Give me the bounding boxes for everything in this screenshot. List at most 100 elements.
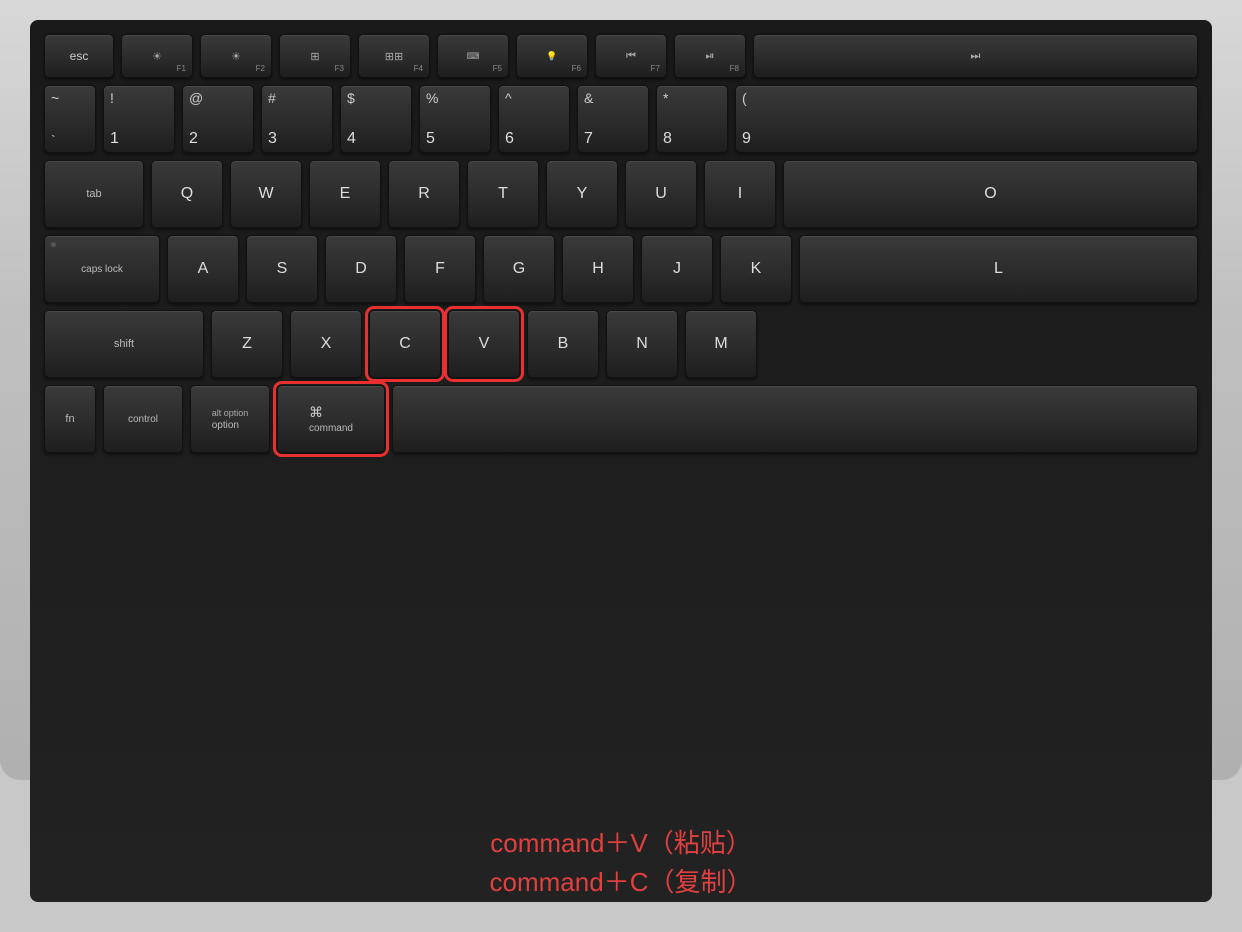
key-fn[interactable]: fn [44, 385, 96, 453]
key-q[interactable]: Q [151, 160, 223, 228]
m-label: M [714, 335, 727, 353]
g-label: G [513, 260, 525, 278]
key-tab[interactable]: tab [44, 160, 144, 228]
key-u[interactable]: U [625, 160, 697, 228]
key-f[interactable]: F [404, 235, 476, 303]
key-n[interactable]: N [606, 310, 678, 378]
key-1[interactable]: ! 1 [103, 85, 175, 153]
f-label: F [435, 260, 445, 278]
f2-label: F2 [256, 64, 265, 73]
j-label: J [673, 260, 681, 278]
key-f4[interactable]: ⊞⊞ F4 [358, 34, 430, 78]
key-shift-left[interactable]: shift [44, 310, 204, 378]
key-h[interactable]: H [562, 235, 634, 303]
key-z[interactable]: Z [211, 310, 283, 378]
key-s[interactable]: S [246, 235, 318, 303]
fn-key-row: esc ☀ F1 ☀ F2 ⊞ F3 ⊞⊞ F4 ⌨ F5 💡 F6 ⏮ F7 [44, 34, 1198, 78]
zxcv-key-row: shift Z X C V B N M [44, 310, 1198, 378]
key-r[interactable]: R [388, 160, 460, 228]
lparen-symbol: ( [742, 90, 747, 106]
key-5[interactable]: % 5 [419, 85, 491, 153]
num-3-symbol: 3 [268, 130, 277, 148]
key-caps-lock[interactable]: caps lock [44, 235, 160, 303]
key-f2[interactable]: ☀ F2 [200, 34, 272, 78]
key-f3[interactable]: ⊞ F3 [279, 34, 351, 78]
f4-label: F4 [414, 64, 423, 73]
key-j[interactable]: J [641, 235, 713, 303]
option-inner: alt option option [204, 386, 257, 452]
fn-label: fn [65, 413, 74, 425]
f3-icon: ⊞ [310, 50, 319, 63]
f7-icon: ⏮ [626, 50, 636, 63]
f7-label: F7 [651, 64, 660, 73]
key-command[interactable]: ⌘ command [277, 385, 385, 453]
annotation-line2: command＋C（复制） [0, 863, 1242, 902]
key-6[interactable]: ^ 6 [498, 85, 570, 153]
key-2-inner: @ 2 [183, 86, 253, 152]
f6-icon: 💡 [546, 51, 557, 62]
key-f5[interactable]: ⌨ F5 [437, 34, 509, 78]
keyboard-annotation: command＋V（粘贴） command＋C（复制） [0, 824, 1242, 902]
key-d[interactable]: D [325, 235, 397, 303]
f6-label: F6 [572, 64, 581, 73]
f2-icon: ☀ [231, 50, 241, 63]
key-option[interactable]: alt option option [190, 385, 270, 453]
dollar-symbol: $ [347, 90, 355, 106]
asdf-key-row: caps lock A S D F G H J K L [44, 235, 1198, 303]
command-symbol: ⌘ [309, 404, 323, 421]
key-x[interactable]: X [290, 310, 362, 378]
key-i[interactable]: I [704, 160, 776, 228]
key-e[interactable]: E [309, 160, 381, 228]
num-8-symbol: 8 [663, 130, 672, 148]
key-f6[interactable]: 💡 F6 [516, 34, 588, 78]
f8-label: F8 [730, 64, 739, 73]
key-y[interactable]: Y [546, 160, 618, 228]
key-m[interactable]: M [685, 310, 757, 378]
key-control[interactable]: control [103, 385, 183, 453]
f1-label: F1 [177, 64, 186, 73]
key-f9-partial[interactable]: ⏭ [753, 34, 1198, 78]
num-1-symbol: 1 [110, 130, 119, 148]
shift-label: shift [114, 338, 134, 350]
key-7-inner: & 7 [578, 86, 648, 152]
key-9-partial[interactable]: ( 9 [735, 85, 1198, 153]
b-label: B [558, 335, 569, 353]
key-3[interactable]: # 3 [261, 85, 333, 153]
num-5-symbol: 5 [426, 130, 435, 148]
alt-label: alt option [212, 408, 249, 418]
key-o-partial[interactable]: O [783, 160, 1198, 228]
key-v[interactable]: V [448, 310, 520, 378]
f5-label: F5 [493, 64, 502, 73]
key-c[interactable]: C [369, 310, 441, 378]
key-b[interactable]: B [527, 310, 599, 378]
number-key-row: ~ ` ! 1 @ 2 # 3 $ 4 [44, 85, 1198, 153]
key-a[interactable]: A [167, 235, 239, 303]
key-f1[interactable]: ☀ F1 [121, 34, 193, 78]
key-1-inner: ! 1 [104, 86, 174, 152]
num-4-symbol: 4 [347, 130, 356, 148]
hash-symbol: # [268, 90, 276, 106]
key-7[interactable]: & 7 [577, 85, 649, 153]
f8-icon: ⏯ [706, 50, 715, 63]
option-label: option [212, 420, 239, 431]
backtick-symbol: ` [51, 132, 56, 148]
key-space[interactable] [392, 385, 1198, 453]
key-esc[interactable]: esc [44, 34, 114, 78]
key-f7[interactable]: ⏮ F7 [595, 34, 667, 78]
esc-label: esc [70, 49, 89, 63]
key-4[interactable]: $ 4 [340, 85, 412, 153]
key-w[interactable]: W [230, 160, 302, 228]
key-backtick[interactable]: ~ ` [44, 85, 96, 153]
z-label: Z [242, 335, 252, 353]
o-label: O [984, 185, 996, 203]
key-t[interactable]: T [467, 160, 539, 228]
key-f8[interactable]: ⏯ F8 [674, 34, 746, 78]
key-g[interactable]: G [483, 235, 555, 303]
key-8[interactable]: * 8 [656, 85, 728, 153]
key-2[interactable]: @ 2 [182, 85, 254, 153]
l-label: L [994, 260, 1003, 278]
e-label: E [340, 185, 351, 203]
key-l-partial[interactable]: L [799, 235, 1198, 303]
keyboard-body: esc ☀ F1 ☀ F2 ⊞ F3 ⊞⊞ F4 ⌨ F5 💡 F6 ⏮ F7 [30, 20, 1212, 902]
key-k[interactable]: K [720, 235, 792, 303]
